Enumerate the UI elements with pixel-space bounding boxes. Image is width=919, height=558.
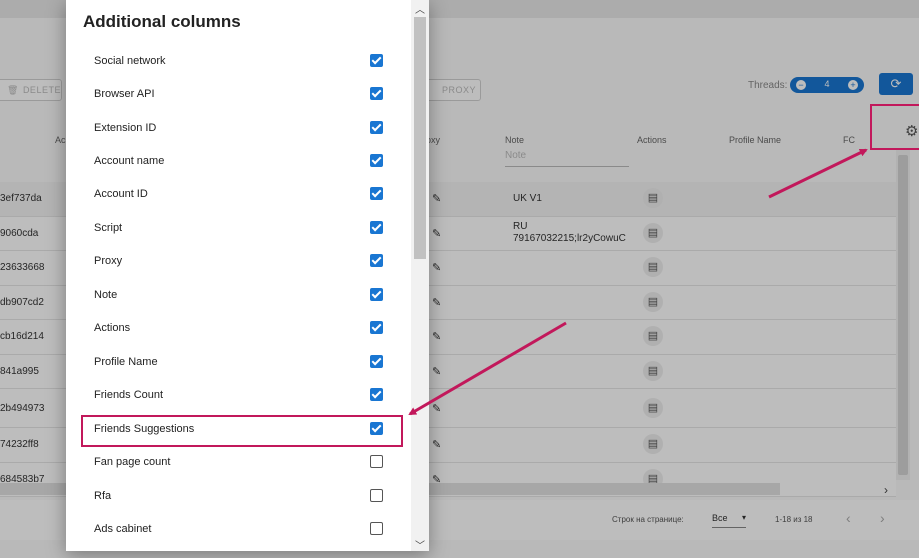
annotation-arrow (408, 321, 567, 416)
annotation-arrows (408, 148, 868, 416)
annotation-arrow (768, 148, 868, 199)
